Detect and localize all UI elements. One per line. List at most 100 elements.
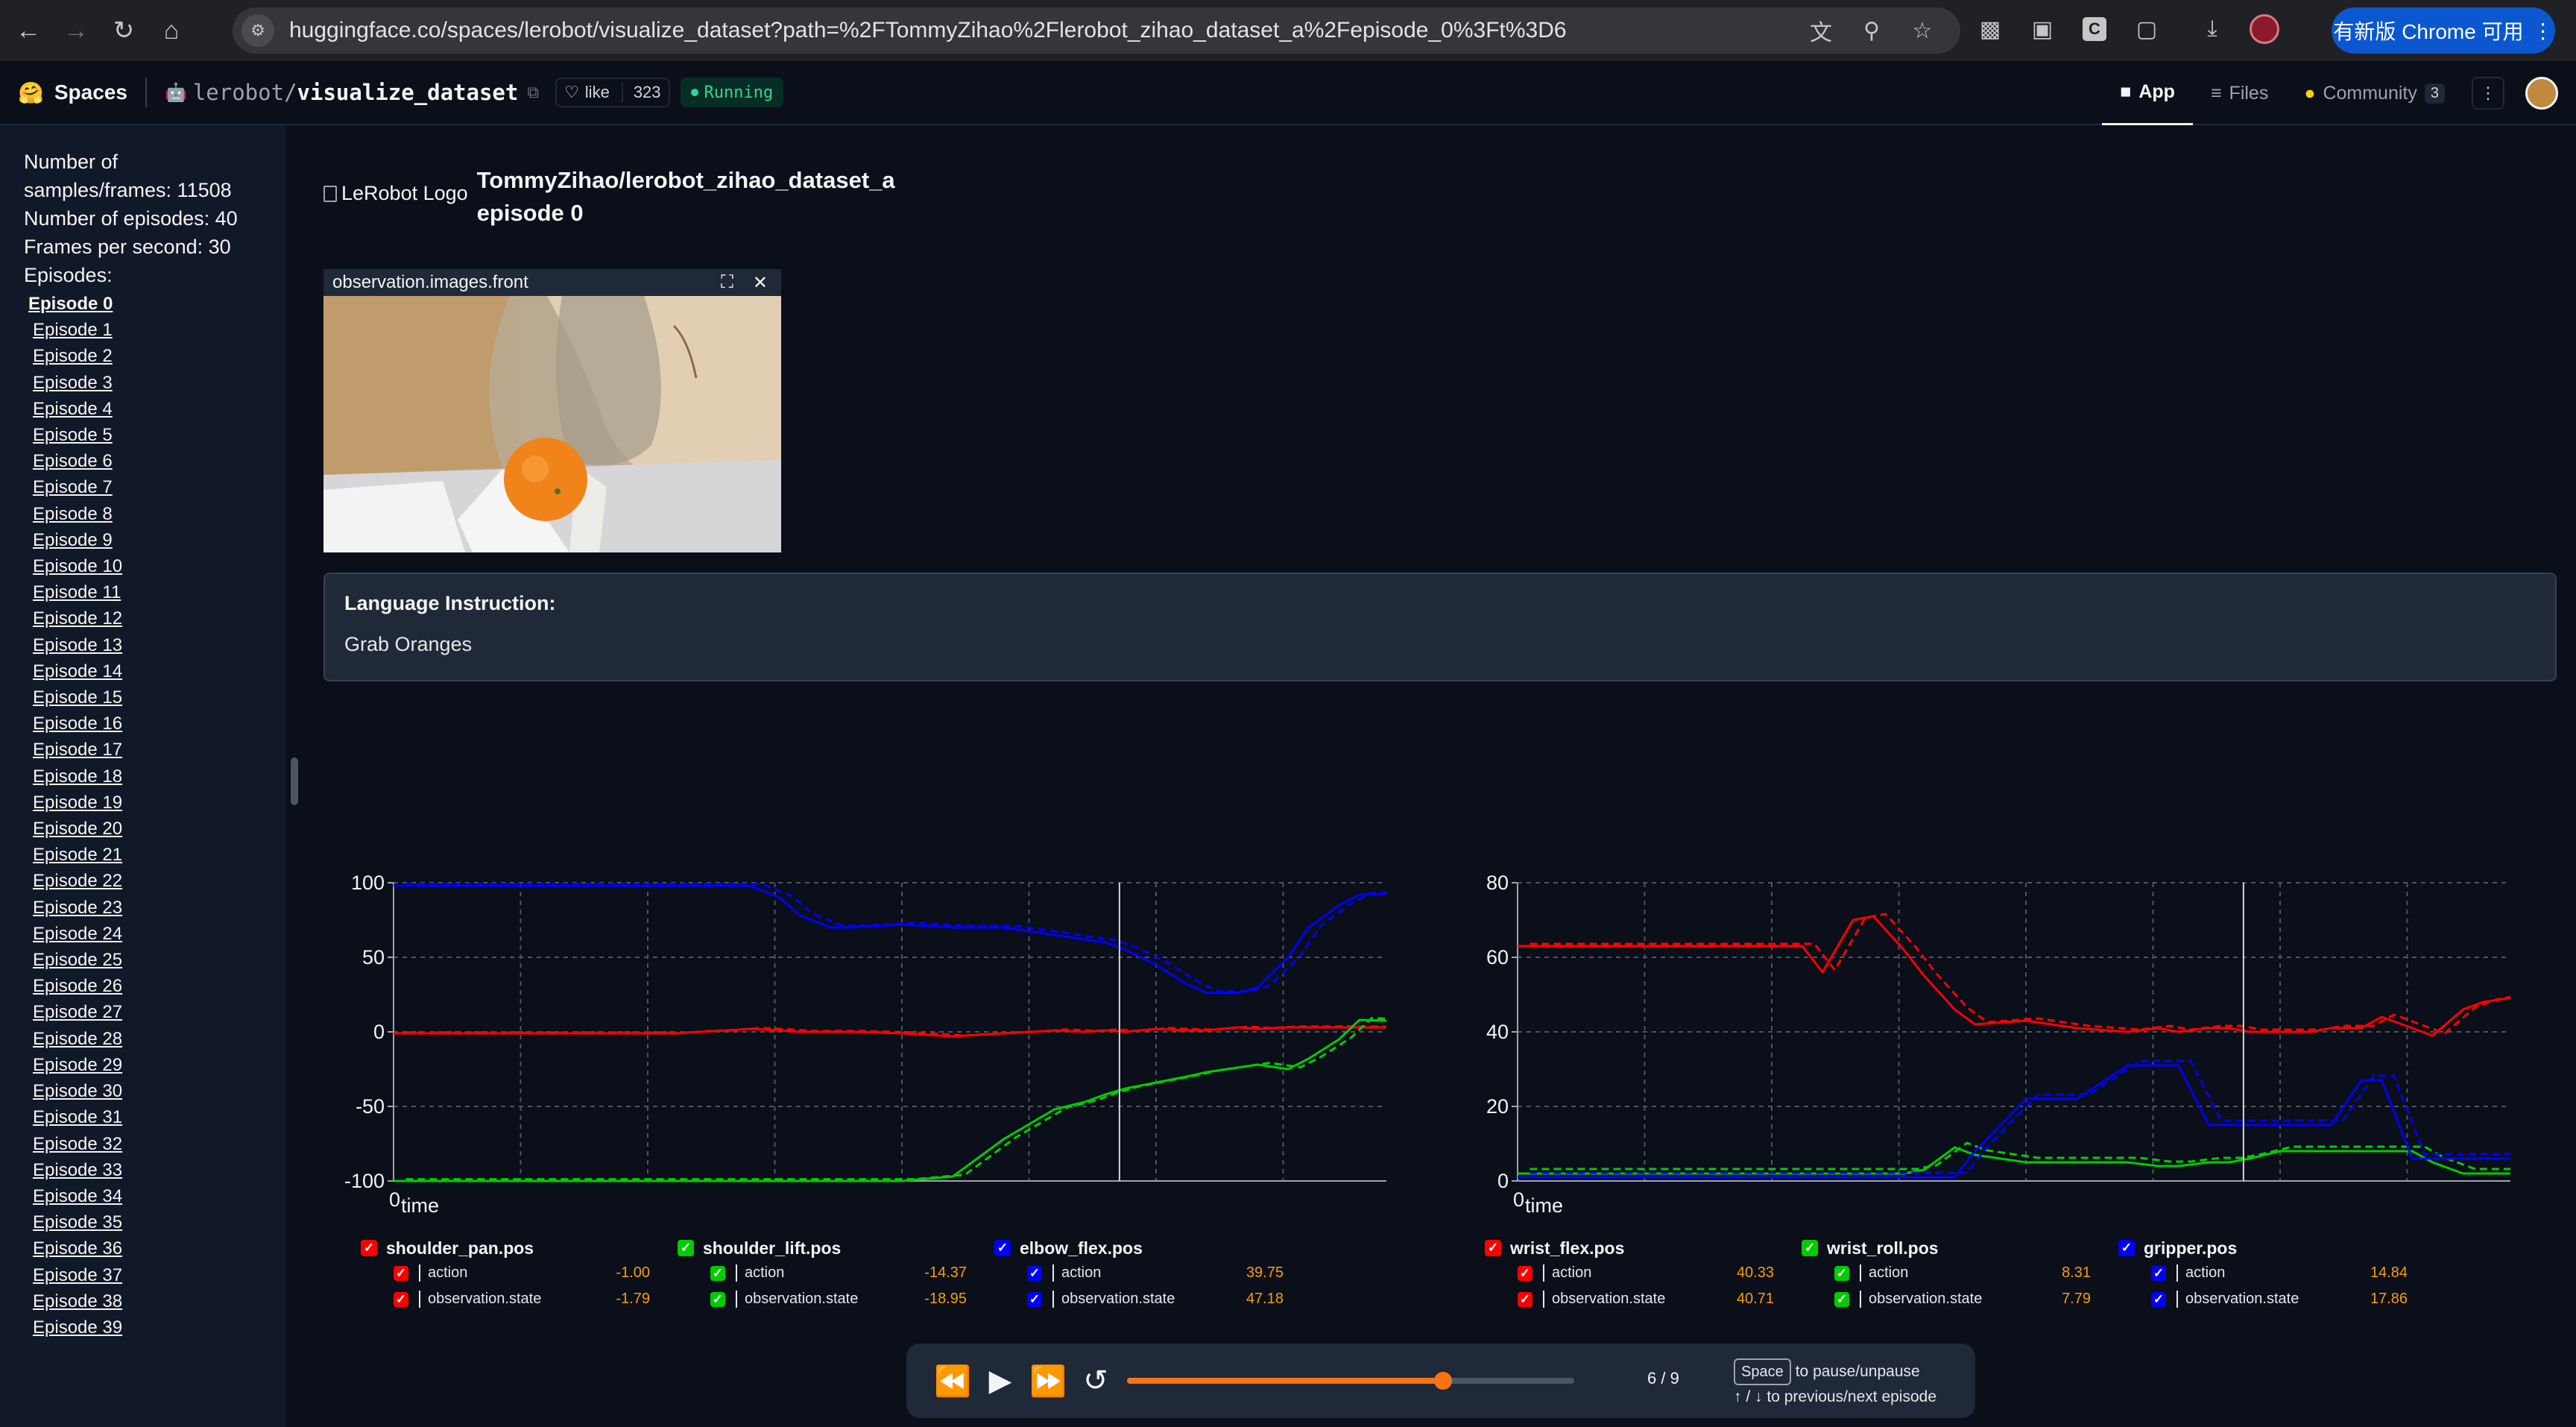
series-checkbox[interactable]: ✓: [1802, 1240, 1818, 1256]
tab-community[interactable]: ● Community 3: [2286, 61, 2463, 125]
legend-series-header[interactable]: ✓ wrist_flex.pos: [1485, 1236, 1802, 1260]
sidebar-item-episode-21[interactable]: Episode 21: [24, 842, 286, 868]
sidebar-item-episode-2[interactable]: Episode 2: [24, 343, 286, 369]
back-icon[interactable]: ←: [9, 11, 48, 50]
sidebar-item-episode-15[interactable]: Episode 15: [24, 684, 286, 711]
space-name-link[interactable]: visualize_dataset: [297, 80, 519, 105]
sidebar-item-episode-8[interactable]: Episode 8: [24, 501, 286, 527]
site-info-icon[interactable]: ⚙: [242, 14, 274, 47]
row-checkbox[interactable]: ✓: [1027, 1265, 1042, 1281]
sidebar-item-episode-23[interactable]: Episode 23: [24, 895, 286, 921]
sidebar-item-episode-13[interactable]: Episode 13: [24, 632, 286, 658]
sidebar-item-episode-31[interactable]: Episode 31: [24, 1104, 286, 1130]
url-text[interactable]: huggingface.co/spaces/lerobot/visualize_…: [289, 18, 1567, 43]
download-icon[interactable]: ⤓: [2197, 12, 2227, 46]
hf-logo-icon[interactable]: 🤗: [18, 81, 44, 105]
forward-icon[interactable]: →: [57, 11, 95, 50]
legend-series-header[interactable]: ✓ shoulder_pan.pos: [361, 1236, 678, 1260]
sidebar-item-episode-28[interactable]: Episode 28: [24, 1026, 286, 1052]
play-icon[interactable]: ▶: [976, 1357, 1024, 1405]
sidebar-item-episode-16[interactable]: Episode 16: [24, 711, 286, 737]
chart-right[interactable]: 80 60 40 20 0 0 time: [1452, 737, 2535, 1232]
sidebar-item-episode-12[interactable]: Episode 12: [24, 605, 286, 631]
row-checkbox[interactable]: ✓: [394, 1265, 408, 1281]
home-icon[interactable]: ⌂: [152, 11, 191, 50]
sidebar-item-episode-19[interactable]: Episode 19: [24, 790, 286, 816]
sidebar-item-episode-6[interactable]: Episode 6: [24, 448, 286, 474]
row-checkbox[interactable]: ✓: [710, 1291, 725, 1307]
copy-icon[interactable]: ⧉: [527, 83, 539, 102]
series-checkbox[interactable]: ✓: [1485, 1240, 1501, 1256]
sidebar-item-episode-37[interactable]: Episode 37: [24, 1262, 286, 1288]
row-checkbox[interactable]: ✓: [710, 1265, 725, 1281]
row-checkbox[interactable]: ✓: [394, 1291, 408, 1307]
extensions-puzzle-icon[interactable]: ▢: [2132, 12, 2162, 46]
series-checkbox[interactable]: ✓: [994, 1240, 1011, 1256]
sidebar-item-episode-39[interactable]: Episode 39: [24, 1314, 286, 1341]
row-checkbox[interactable]: ✓: [2151, 1265, 2166, 1281]
sidebar-item-episode-25[interactable]: Episode 25: [24, 947, 286, 973]
sidebar-item-episode-9[interactable]: Episode 9: [24, 527, 286, 553]
sidebar-item-episode-34[interactable]: Episode 34: [24, 1183, 286, 1209]
fast-forward-icon[interactable]: ⏩: [1024, 1357, 1072, 1405]
sidebar-item-episode-4[interactable]: Episode 4: [24, 396, 286, 422]
rewind-icon[interactable]: ⏪: [929, 1357, 976, 1405]
extension-zip-icon[interactable]: ▩: [1975, 12, 2005, 46]
sidebar-item-episode-38[interactable]: Episode 38: [24, 1288, 286, 1314]
row-checkbox[interactable]: ✓: [1834, 1265, 1849, 1281]
extension-c-icon[interactable]: C: [2080, 12, 2109, 46]
sidebar-item-episode-10[interactable]: Episode 10: [24, 553, 286, 579]
sidebar-item-episode-36[interactable]: Episode 36: [24, 1235, 286, 1261]
spaces-link[interactable]: Spaces: [54, 81, 127, 104]
zoom-icon[interactable]: ⚲: [1854, 13, 1889, 48]
sidebar-item-episode-33[interactable]: Episode 33: [24, 1157, 286, 1183]
legend-series-header[interactable]: ✓ shoulder_lift.pos: [678, 1236, 994, 1260]
sidebar-item-episode-17[interactable]: Episode 17: [24, 737, 286, 763]
series-checkbox[interactable]: ✓: [361, 1240, 377, 1256]
reload-icon[interactable]: ↻: [104, 11, 143, 50]
legend-series-header[interactable]: ✓ wrist_roll.pos: [1802, 1236, 2118, 1260]
sidebar-item-episode-5[interactable]: Episode 5: [24, 422, 286, 448]
sidebar-item-episode-32[interactable]: Episode 32: [24, 1131, 286, 1157]
sidebar-item-episode-27[interactable]: Episode 27: [24, 999, 286, 1025]
address-bar[interactable]: ⚙ huggingface.co/spaces/lerobot/visualiz…: [233, 7, 1960, 54]
legend-series-header[interactable]: ✓ gripper.pos: [2118, 1236, 2435, 1260]
bookmark-star-icon[interactable]: ☆: [1905, 13, 1939, 48]
series-checkbox[interactable]: ✓: [2118, 1240, 2135, 1256]
restart-icon[interactable]: ↺: [1072, 1357, 1120, 1405]
fullscreen-icon[interactable]: ⛶: [721, 272, 733, 294]
tab-files[interactable]: ≡ Files: [2193, 61, 2286, 125]
legend-series-header[interactable]: ✓ elbow_flex.pos: [994, 1236, 1311, 1260]
sidebar-item-episode-11[interactable]: Episode 11: [24, 579, 286, 605]
sidebar-item-episode-20[interactable]: Episode 20: [24, 816, 286, 842]
profile-avatar[interactable]: [2250, 14, 2279, 44]
sidebar-item-episode-1[interactable]: Episode 1: [24, 317, 286, 343]
like-button[interactable]: ♡ like 323: [555, 78, 670, 107]
more-options-icon[interactable]: ⋮: [2472, 77, 2504, 110]
user-avatar[interactable]: [2525, 77, 2558, 110]
camera-frame[interactable]: [323, 296, 781, 552]
chrome-update-button[interactable]: 有新版 Chrome 可用 ⋮: [2332, 7, 2555, 54]
space-owner-link[interactable]: lerobot: [193, 80, 284, 105]
sidebar-item-episode-0[interactable]: Episode 0: [24, 291, 286, 317]
sidebar-item-episode-14[interactable]: Episode 14: [24, 658, 286, 684]
translate-icon[interactable]: 文: [1804, 13, 1838, 48]
sidebar-item-episode-22[interactable]: Episode 22: [24, 868, 286, 894]
tab-app[interactable]: ■ App: [2102, 61, 2193, 125]
sidebar-item-episode-7[interactable]: Episode 7: [24, 474, 286, 500]
extension-robot-icon[interactable]: ▣: [2027, 12, 2057, 46]
chart-left[interactable]: 100 50 0 -50 -100 0 time: [328, 737, 1411, 1232]
sidebar-item-episode-18[interactable]: Episode 18: [24, 763, 286, 790]
close-icon[interactable]: ✕: [753, 272, 768, 294]
row-checkbox[interactable]: ✓: [1518, 1291, 1532, 1307]
playback-slider[interactable]: [1127, 1372, 1574, 1390]
row-checkbox[interactable]: ✓: [1518, 1265, 1532, 1281]
series-checkbox[interactable]: ✓: [678, 1240, 694, 1256]
row-checkbox[interactable]: ✓: [2151, 1291, 2166, 1307]
sidebar-item-episode-35[interactable]: Episode 35: [24, 1209, 286, 1235]
sidebar-item-episode-30[interactable]: Episode 30: [24, 1078, 286, 1104]
sidebar-item-episode-24[interactable]: Episode 24: [24, 921, 286, 947]
row-checkbox[interactable]: ✓: [1027, 1291, 1042, 1307]
sidebar-item-episode-26[interactable]: Episode 26: [24, 973, 286, 999]
playback-knob[interactable]: [1433, 1372, 1452, 1390]
